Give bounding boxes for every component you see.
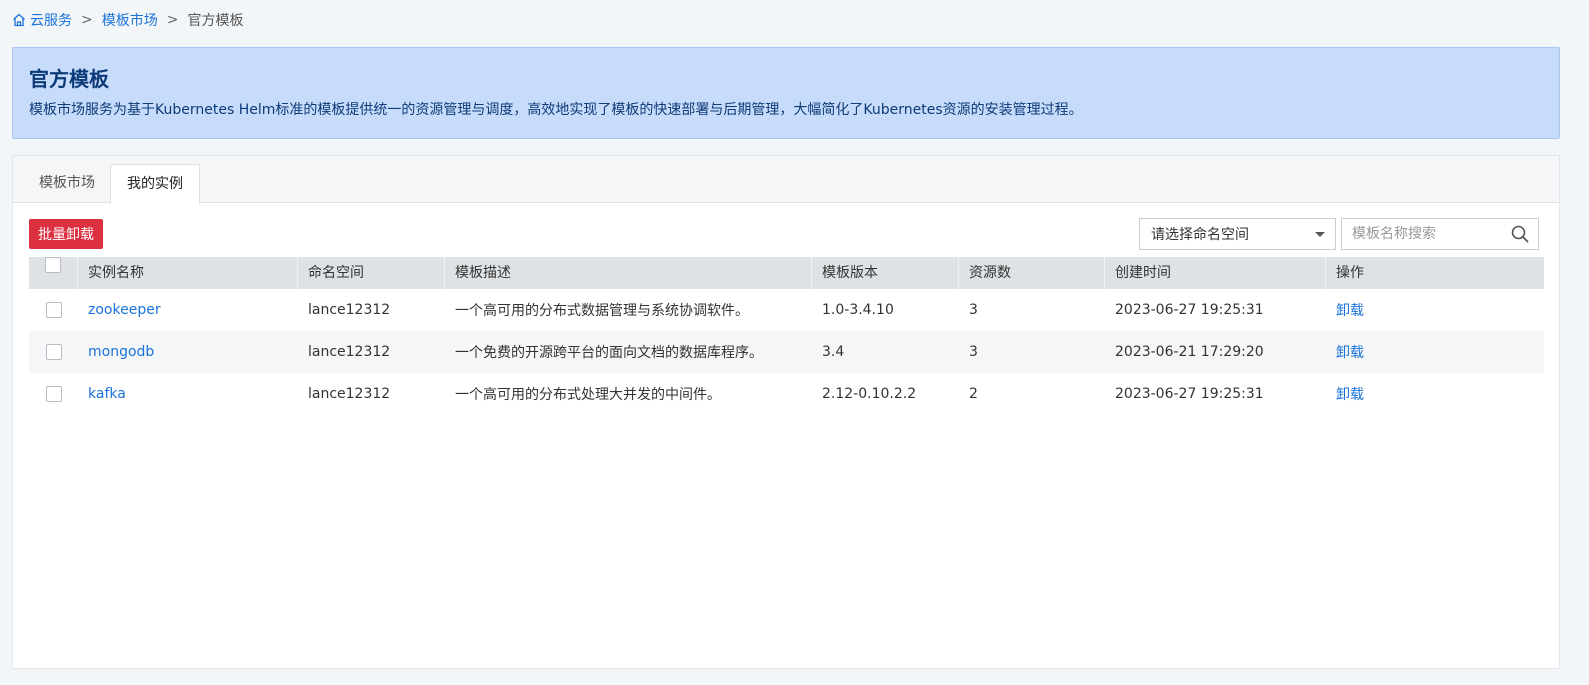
resources-cell: 3 [969, 302, 978, 318]
created-cell: 2023-06-27 19:25:31 [1115, 386, 1264, 402]
table-row: kafka lance12312 一个高可用的分布式处理大并发的中间件。 2.1… [29, 373, 1544, 415]
tab-my-instances[interactable]: 我的实例 [110, 164, 200, 204]
main-panel: 模板市场 我的实例 批量卸载 请选择命名空间 实例名称 命名空间 模板描述 模板… [12, 155, 1560, 669]
namespace-select[interactable]: 请选择命名空间 [1139, 218, 1336, 250]
column-header: 创建时间 [1105, 257, 1326, 289]
row-select-cell [29, 302, 78, 318]
instance-name-link[interactable]: mongodb [78, 344, 298, 360]
page-title: 官方模板 [29, 67, 109, 91]
search-input[interactable] [1342, 219, 1502, 249]
column-header: 操作 [1336, 265, 1364, 281]
select-all-cell [29, 257, 78, 289]
table-row: zookeeper lance12312 一个高可用的分布式数据管理与系统协调软… [29, 289, 1544, 331]
row-checkbox[interactable] [45, 386, 62, 402]
select-all-checkbox[interactable] [45, 257, 61, 273]
banner-description: 模板市场服务为基于Kubernetes Helm标准的模板提供统一的资源管理与调… [29, 102, 1083, 118]
version-cell: 1.0-3.4.10 [822, 302, 894, 318]
row-select-cell [29, 386, 78, 402]
caret-down-icon [1315, 232, 1325, 237]
description-cell: 一个高可用的分布式处理大并发的中间件。 [455, 387, 721, 403]
breadcrumb-separator: > [166, 12, 179, 28]
column-header: 命名空间 [298, 257, 445, 289]
uninstall-link[interactable]: 卸载 [1326, 384, 1544, 404]
tab-bar: 模板市场 我的实例 [13, 156, 1559, 204]
created-cell: 2023-06-21 17:29:20 [1115, 344, 1264, 360]
version-cell: 2.12-0.10.2.2 [822, 386, 917, 402]
column-header: 实例名称 [78, 257, 298, 289]
description-cell: 一个免费的开源跨平台的面向文档的数据库程序。 [455, 345, 763, 361]
resources-cell: 2 [969, 386, 978, 402]
row-select-cell [29, 344, 78, 360]
breadcrumb-template-market[interactable]: 模板市场 [102, 10, 158, 30]
description-cell: 一个高可用的分布式数据管理与系统协调软件。 [455, 303, 749, 319]
created-cell: 2023-06-27 19:25:31 [1115, 302, 1264, 318]
row-checkbox[interactable] [45, 302, 62, 318]
row-checkbox[interactable] [45, 344, 62, 360]
table-header: 实例名称 命名空间 模板描述 模板版本 资源数 创建时间 操作 [29, 257, 1544, 289]
version-cell: 3.4 [822, 344, 845, 360]
namespace-cell: lance12312 [308, 302, 391, 318]
column-header: 模板版本 [812, 257, 959, 289]
namespace-select-value: 请选择命名空间 [1151, 227, 1249, 243]
uninstall-link[interactable]: 卸载 [1326, 342, 1544, 362]
instances-table: 实例名称 命名空间 模板描述 模板版本 资源数 创建时间 操作 zookeepe… [29, 257, 1544, 415]
column-header: 模板描述 [445, 257, 812, 289]
breadcrumb: 云服务 > 模板市场 > 官方模板 [12, 10, 243, 30]
uninstall-link[interactable]: 卸载 [1326, 300, 1544, 320]
instance-name-link[interactable]: zookeeper [78, 302, 298, 318]
search-icon[interactable] [1511, 225, 1529, 243]
resources-cell: 3 [969, 344, 978, 360]
breadcrumb-official-template: 官方模板 [187, 13, 244, 29]
namespace-cell: lance12312 [308, 386, 391, 402]
namespace-cell: lance12312 [308, 344, 391, 360]
column-header: 资源数 [959, 257, 1105, 289]
home-icon[interactable] [12, 13, 26, 27]
tab-template-market[interactable]: 模板市场 [23, 164, 111, 204]
search-box [1341, 218, 1539, 250]
instance-name-link[interactable]: kafka [78, 386, 298, 402]
breadcrumb-separator: > [81, 12, 93, 28]
batch-uninstall-button[interactable]: 批量卸载 [29, 219, 103, 249]
info-banner: 官方模板 模板市场服务为基于Kubernetes Helm标准的模板提供统一的资… [12, 47, 1560, 139]
table-row: mongodb lance12312 一个免费的开源跨平台的面向文档的数据库程序… [29, 331, 1544, 373]
breadcrumb-cloud-service[interactable]: 云服务 [30, 10, 72, 30]
